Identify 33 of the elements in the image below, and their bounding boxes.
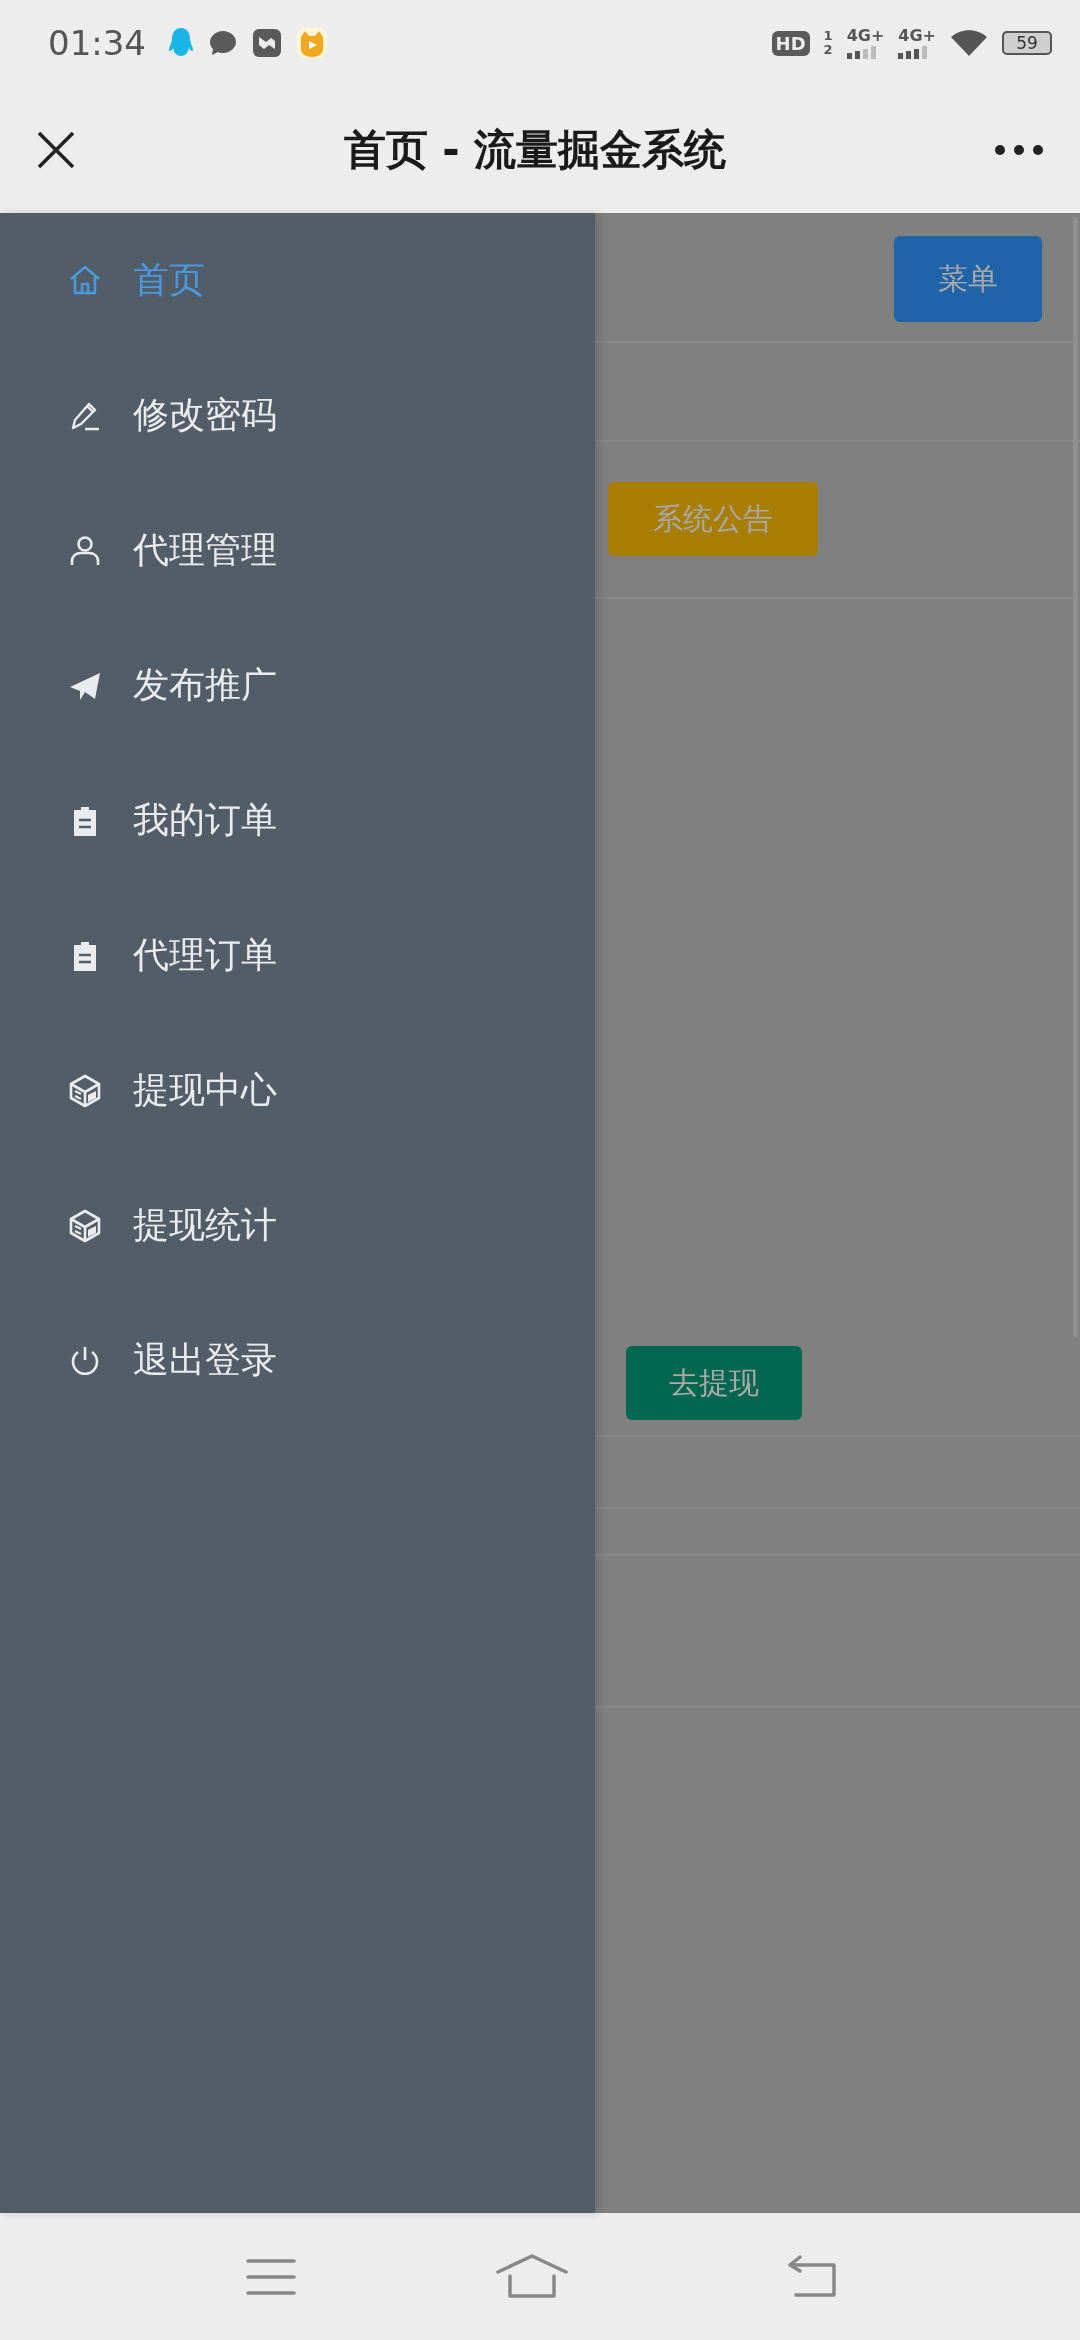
menu-icon — [246, 2256, 296, 2297]
sim-number: 2 — [823, 43, 833, 57]
menu-item[interactable]: 发布推广 — [0, 618, 595, 753]
withdraw-button[interactable]: 去提现 — [626, 1346, 802, 1420]
battery-level: 59 — [1002, 31, 1052, 55]
sim-number: 1 — [823, 29, 833, 43]
cartoon-cat-icon — [296, 27, 328, 59]
hd-badge: HD — [771, 30, 810, 56]
cube-icon — [68, 1208, 102, 1243]
more-button[interactable] — [994, 143, 1044, 156]
cube-icon — [68, 1073, 102, 1108]
menu-item[interactable]: 修改密码 — [0, 348, 595, 483]
close-icon — [36, 129, 76, 170]
close-button[interactable] — [36, 129, 76, 170]
more-icon — [994, 143, 1044, 156]
page-title: 首页 - 流量掘金系统 — [342, 123, 728, 176]
clock-time: 01:34 — [48, 23, 146, 63]
wifi-icon — [950, 28, 988, 58]
chat-bubble-icon — [208, 29, 238, 57]
recent-apps-button[interactable] — [246, 2256, 296, 2297]
person-icon — [68, 533, 102, 568]
menu-item[interactable]: 我的订单 — [0, 753, 595, 888]
menu-item[interactable]: 代理订单 — [0, 888, 595, 1023]
network-type: 4G+ — [846, 27, 885, 45]
menu-item[interactable]: 代理管理 — [0, 483, 595, 618]
menu-item[interactable]: 退出登录 — [0, 1293, 595, 1428]
menu-item[interactable]: 提现统计 — [0, 1158, 595, 1293]
home-icon — [496, 2253, 568, 2300]
menu-item[interactable]: 提现中心 — [0, 1023, 595, 1158]
message-app-icon — [252, 28, 282, 58]
network-type: 4G+ — [898, 27, 936, 45]
penguin-icon — [168, 27, 194, 59]
home-button[interactable] — [496, 2253, 568, 2300]
